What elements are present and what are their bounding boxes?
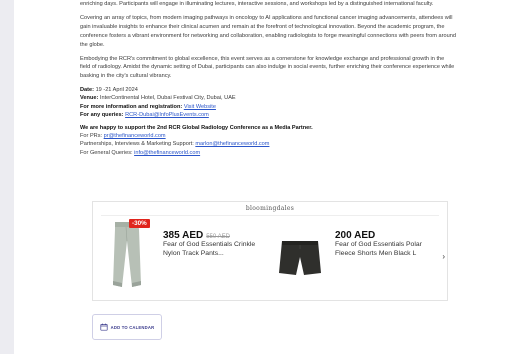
visit-website-link[interactable]: Visit Website [184,104,216,110]
pr-label: For PRs: [80,133,103,140]
ad-divider [101,215,439,216]
media-support-label: We are happy to support the 2nd RCR Glob… [80,125,313,132]
event-date-line: Date: 19 -21 April 2024 [80,86,456,94]
product-ad[interactable]: bloomingdales -30% 385 AED 550 AED Fear o… [92,201,448,301]
product-card[interactable]: -30% 385 AED 550 AED Fear of God Essentia… [99,217,269,297]
venue-label: Venue: [80,95,99,102]
track-pants-image[interactable] [99,219,157,291]
media-support-text: We are happy to support the 2nd RCR Glob… [80,124,456,132]
registration-line: For more information and registration: V… [80,103,456,111]
registration-label: For more information and registration: [80,103,183,110]
queries-email-link[interactable]: RCR-Dubai@InfoPlusEvents.com [125,112,209,118]
event-venue-line: Venue: InterContinental Hotel, Dubai Fes… [80,94,456,102]
article-paragraph: Covering an array of topics, from modern… [80,14,456,48]
media-partner-info: We are happy to support the 2nd RCR Glob… [80,124,456,157]
queries-line: For any queries: RCR-Dubai@InfoPlusEvent… [80,111,456,119]
partnerships-line: Partnerships, Interviews & Marketing Sup… [80,140,456,148]
date-value: 19 -21 April 2024 [95,87,138,94]
discount-badge: -30% [129,219,150,228]
calendar-icon [100,323,108,331]
article-body: enriching days. Participants will engage… [80,0,456,157]
add-to-calendar-label: ADD TO CALENDAR [110,324,155,330]
article-paragraph: enriching days. Participants will engage… [80,1,434,7]
product-name[interactable]: Fear of God Essentials Crinkle Nylon Tra… [163,240,267,258]
general-queries-line: For General Queries: info@thefinanceworl… [80,149,456,157]
pr-email-link[interactable]: pr@thefinanceworld.com [104,133,166,139]
date-label: Date: [80,87,94,94]
venue-value: InterContinental Hotel, Dubai Festival C… [99,95,236,102]
add-to-calendar-button[interactable]: ADD TO CALENDAR [92,314,162,340]
ad-brand-logo: bloomingdales [245,205,295,212]
general-label: For General Queries: [80,149,133,156]
partnerships-email-link[interactable]: marlon@thefinanceworld.com [195,141,269,147]
partnerships-label: Partnerships, Interviews & Marketing Sup… [80,141,194,148]
product-name[interactable]: Fear of God Essentials Polar Fleece Shor… [335,240,439,258]
article-paragraph: Embodying the RCR's commitment to global… [80,55,455,80]
event-info: Date: 19 -21 April 2024 Venue: InterCont… [80,86,456,119]
product-card[interactable]: 200 AED Fear of God Essentials Polar Fle… [271,217,441,297]
queries-label: For any queries: [80,111,124,118]
general-email-link[interactable]: info@thefinanceworld.com [134,150,200,156]
fleece-shorts-image[interactable] [271,219,329,291]
pr-line: For PRs: pr@thefinanceworld.com [80,132,456,140]
chevron-right-icon[interactable]: › [442,252,445,261]
